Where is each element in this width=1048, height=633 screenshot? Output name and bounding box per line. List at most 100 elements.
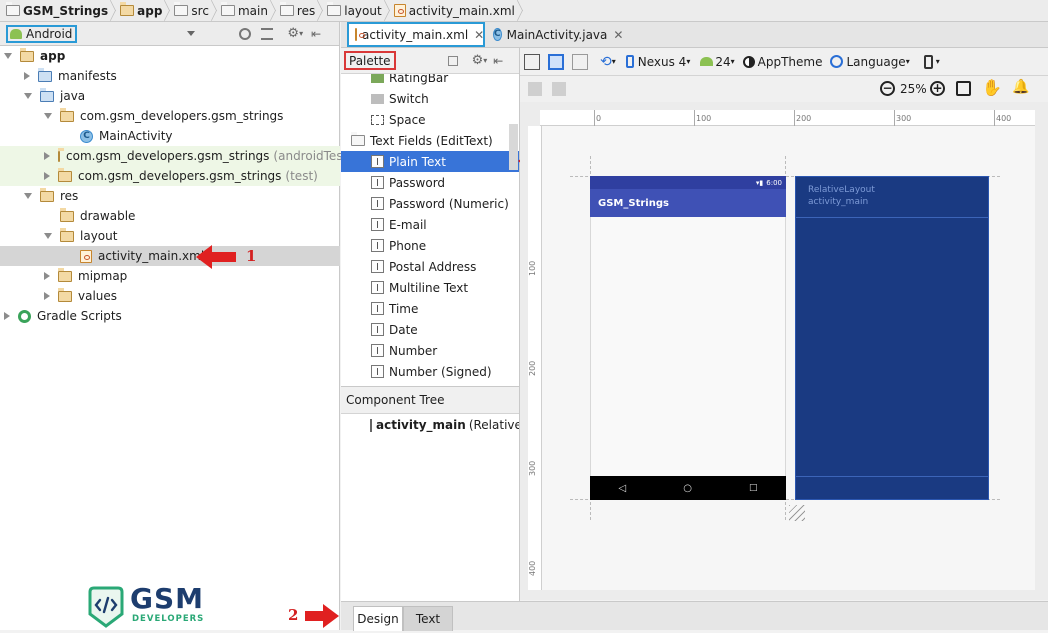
api-selector[interactable]: 24 [715, 55, 730, 69]
copy-icon[interactable] [447, 55, 458, 66]
palette-item[interactable]: Multiline Text [341, 277, 519, 298]
resize-handle-icon[interactable] [789, 505, 805, 521]
breadcrumb-item[interactable]: res [279, 0, 323, 22]
tree-node[interactable]: manifests [0, 66, 340, 86]
palette-item[interactable]: Plain Text [341, 151, 519, 172]
tree-node-label: values [78, 289, 118, 303]
tab-main-activity-java[interactable]: C MainActivity.java ✕ [487, 22, 625, 47]
breadcrumb-item[interactable]: layout [327, 0, 389, 22]
expand-arrow-icon[interactable] [4, 53, 12, 59]
tree-node[interactable]: C MainActivity [0, 126, 340, 146]
chevron-down-icon[interactable]: ▾ [612, 57, 616, 66]
design-toolbar: ⟲ ▾ Nexus 4 ▾ 24 ▾ AppTheme Language ▾ ▾ [520, 48, 1048, 76]
collapse-arrow-icon[interactable] [44, 272, 50, 280]
expand-arrow-icon[interactable] [44, 233, 52, 239]
chevron-down-icon[interactable]: ▾ [731, 57, 735, 66]
tree-node[interactable]: activity_main.xml [0, 246, 340, 266]
palette-header: Palette ⚙ ▾ ⇤ [341, 48, 519, 74]
collapse-arrow-icon[interactable] [44, 172, 50, 180]
chevron-down-icon[interactable] [187, 31, 196, 36]
palette-item[interactable]: Phone [341, 235, 519, 256]
tree-node[interactable]: com.gsm_developers.gsm_strings [0, 106, 340, 126]
tree-node[interactable]: com.gsm_developers.gsm_strings (androidTe… [0, 146, 352, 166]
ruler-tick [894, 110, 895, 126]
palette-item[interactable]: Date [341, 319, 519, 340]
hide-panel-icon[interactable]: ⇤ [493, 54, 503, 68]
close-icon[interactable]: ✕ [613, 28, 623, 42]
expand-arrow-icon[interactable] [24, 93, 32, 99]
tree-node[interactable]: app [0, 46, 340, 66]
language-selector[interactable]: Language [846, 55, 905, 69]
theme-selector[interactable]: AppTheme [758, 55, 823, 69]
notification-bell-icon[interactable]: 🔔 [1012, 79, 1029, 95]
package-icon [58, 147, 64, 162]
expand-arrow-icon[interactable] [24, 193, 32, 199]
tab-design[interactable]: Design [353, 606, 403, 631]
palette-item[interactable]: Time [341, 298, 519, 319]
project-view-label: Android [26, 26, 73, 41]
close-icon[interactable]: ✕ [474, 28, 484, 42]
breadcrumb-item[interactable]: activity_main.xml [393, 0, 523, 22]
collapse-arrow-icon[interactable] [44, 292, 50, 300]
gear-icon[interactable]: ⚙ [287, 26, 299, 41]
orientation-icon[interactable]: ⟲ [600, 54, 612, 70]
palette-item[interactable]: Password [341, 172, 519, 193]
tree-node[interactable]: mipmap [0, 266, 340, 286]
collapse-arrow-icon[interactable] [4, 312, 10, 320]
breadcrumb-label: main [237, 3, 268, 18]
palette-scrollbar[interactable] [509, 124, 518, 170]
fit-screen-icon[interactable] [956, 81, 971, 96]
breadcrumb-item[interactable]: main [220, 0, 276, 22]
expand-horizontal-icon[interactable] [528, 82, 542, 96]
palette-item[interactable]: Postal Address [341, 256, 519, 277]
tree-node[interactable]: values [0, 286, 340, 306]
ruler-label: 0 [596, 114, 602, 123]
palette-item[interactable]: Space [341, 109, 519, 130]
blueprint-preview[interactable]: RelativeLayout activity_main [795, 176, 989, 500]
tree-node[interactable]: Gradle Scripts [0, 306, 340, 326]
design-mode-icon[interactable] [524, 53, 540, 70]
chevron-down-icon[interactable]: ▾ [483, 56, 487, 65]
breadcrumb-item[interactable]: GSM_Strings [6, 0, 116, 22]
collapse-arrow-icon[interactable] [24, 72, 30, 80]
tree-node-label: app [40, 49, 66, 63]
chevron-down-icon[interactable]: ▾ [906, 57, 910, 66]
hide-panel-icon[interactable]: ⇤ [311, 27, 321, 41]
palette-item[interactable]: Text Fields (EditText) [341, 130, 519, 151]
zoom-out-icon[interactable]: − [880, 81, 895, 96]
tab-text[interactable]: Text [403, 606, 453, 631]
phone-device-icon[interactable] [923, 54, 933, 69]
chevron-down-icon[interactable]: ▾ [936, 57, 940, 66]
collapse-arrow-icon[interactable] [44, 152, 50, 160]
component-tree-root[interactable]: activity_main (RelativeLa [341, 414, 519, 436]
pan-hand-icon[interactable]: ✋ [982, 78, 1002, 97]
design-preview[interactable] [590, 176, 786, 500]
breadcrumb-item[interactable]: src [174, 0, 217, 22]
expand-vertical-icon[interactable] [552, 82, 566, 96]
zoom-in-icon[interactable]: + [930, 81, 945, 96]
breadcrumb-item[interactable]: app [120, 0, 170, 22]
blueprint-mode-icon[interactable] [548, 53, 564, 70]
both-mode-icon[interactable] [572, 53, 588, 70]
tree-node[interactable]: java [0, 86, 340, 106]
palette-item[interactable]: Password (Numeric) [341, 193, 519, 214]
chevron-down-icon[interactable]: ▾ [299, 29, 303, 38]
palette-item[interactable]: Switch [341, 88, 519, 109]
target-icon[interactable] [239, 27, 252, 40]
chevron-down-icon[interactable]: ▾ [686, 57, 690, 66]
collapse-icon[interactable] [261, 27, 274, 40]
tree-node[interactable]: drawable [0, 206, 340, 226]
palette-item[interactable]: Number [341, 340, 519, 361]
tree-node[interactable]: res [0, 186, 340, 206]
tab-activity-main-xml[interactable]: activity_main.xml ✕ [347, 22, 485, 47]
palette-item[interactable]: Number (Signed) [341, 361, 519, 382]
gear-icon[interactable]: ⚙ [472, 53, 484, 68]
project-view-selector[interactable]: Android [6, 24, 78, 43]
palette-item-label: Plain Text [389, 154, 446, 169]
palette-item[interactable]: E-mail [341, 214, 519, 235]
palette-item[interactable]: RatingBar [341, 74, 519, 88]
expand-arrow-icon[interactable] [44, 113, 52, 119]
device-selector[interactable]: Nexus 4 [638, 55, 687, 69]
tree-node[interactable]: com.gsm_developers.gsm_strings (test) [0, 166, 340, 186]
tree-node[interactable]: layout [0, 226, 340, 246]
